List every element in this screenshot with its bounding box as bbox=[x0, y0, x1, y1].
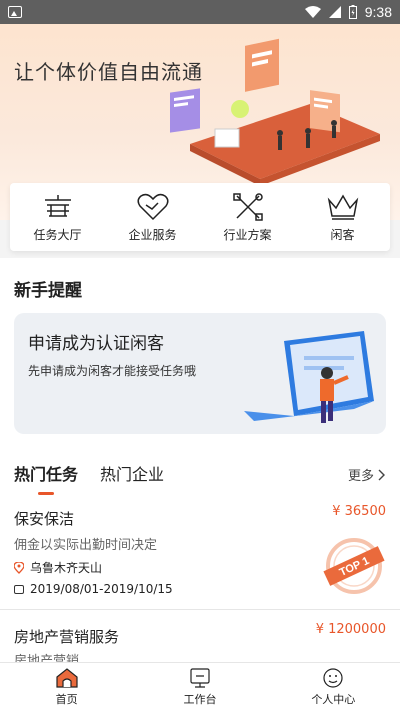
task-price: ¥ 1200000 bbox=[315, 622, 386, 637]
nav-label: 个人中心 bbox=[311, 693, 356, 706]
hero-illustration bbox=[170, 38, 380, 186]
task-date: 2019/08/01-2019/10/15 bbox=[14, 582, 173, 596]
task-hall-icon bbox=[44, 194, 71, 217]
handshake-icon bbox=[137, 193, 168, 220]
calendar-icon bbox=[14, 585, 24, 594]
nav-label: 首页 bbox=[55, 693, 78, 706]
top1-badge: TOP 1 bbox=[323, 538, 385, 594]
tools-icon bbox=[232, 192, 263, 221]
section-title: 新手提醒 bbox=[14, 281, 82, 301]
task-tabs: 热门任务 热门企业 bbox=[14, 461, 164, 495]
location-text: 乌鲁木齐天山 bbox=[30, 561, 103, 575]
location-pin-icon bbox=[14, 561, 24, 574]
task-desc: 佣金以实际出勤时间决定 bbox=[14, 538, 158, 553]
category-label: 闲客 bbox=[330, 227, 355, 242]
task-title[interactable]: 房地产营销服务 bbox=[14, 626, 119, 647]
nav-profile[interactable]: 个人中心 bbox=[267, 663, 400, 711]
wifi-icon bbox=[304, 6, 321, 18]
battery-icon bbox=[348, 5, 357, 19]
date-text: 2019/08/01-2019/10/15 bbox=[30, 582, 173, 596]
chevron-right-icon bbox=[378, 469, 385, 480]
category-label: 企业服务 bbox=[128, 227, 177, 242]
status-bar: 9:38 bbox=[0, 0, 400, 24]
divider bbox=[0, 609, 400, 610]
clock: 9:38 bbox=[364, 4, 392, 20]
apply-xianke-card[interactable]: 申请成为认证闲客 先申请成为闲客才能接受任务哦 bbox=[14, 313, 386, 434]
category-task-hall[interactable]: 任务大厅 bbox=[10, 183, 105, 251]
task-location: 乌鲁木齐天山 bbox=[14, 559, 102, 576]
profile-icon bbox=[323, 668, 343, 688]
apply-illustration bbox=[244, 331, 374, 423]
category-label: 行业方案 bbox=[223, 227, 272, 242]
card-subtitle: 先申请成为闲客才能接受任务哦 bbox=[28, 364, 197, 378]
workbench-icon bbox=[190, 668, 210, 688]
nav-workbench[interactable]: 工作台 bbox=[133, 663, 266, 711]
more-label: 更多 bbox=[347, 469, 374, 484]
nav-home[interactable]: 首页 bbox=[0, 663, 133, 711]
signal-icon bbox=[328, 6, 341, 18]
image-notification-icon bbox=[8, 6, 22, 18]
bottom-nav: 首页 工作台 个人中心 bbox=[0, 662, 400, 711]
category-xianke[interactable]: 闲客 bbox=[295, 183, 390, 251]
home-icon bbox=[56, 668, 78, 688]
task-title[interactable]: 保安保洁 bbox=[14, 508, 74, 529]
category-label: 任务大厅 bbox=[33, 227, 82, 242]
category-enterprise-service[interactable]: 企业服务 bbox=[105, 183, 200, 251]
more-link[interactable]: 更多 bbox=[348, 465, 386, 484]
tab-hot-tasks[interactable]: 热门任务 bbox=[14, 461, 78, 495]
task-price: ¥ 36500 bbox=[332, 504, 386, 519]
tab-hot-enterprises[interactable]: 热门企业 bbox=[100, 461, 164, 485]
nav-label: 工作台 bbox=[183, 693, 217, 706]
category-card: 任务大厅 企业服务 行业方案 闲客 bbox=[10, 183, 390, 251]
card-title: 申请成为认证闲客 bbox=[28, 334, 164, 354]
crown-icon bbox=[327, 194, 358, 220]
category-industry-solution[interactable]: 行业方案 bbox=[200, 183, 295, 251]
